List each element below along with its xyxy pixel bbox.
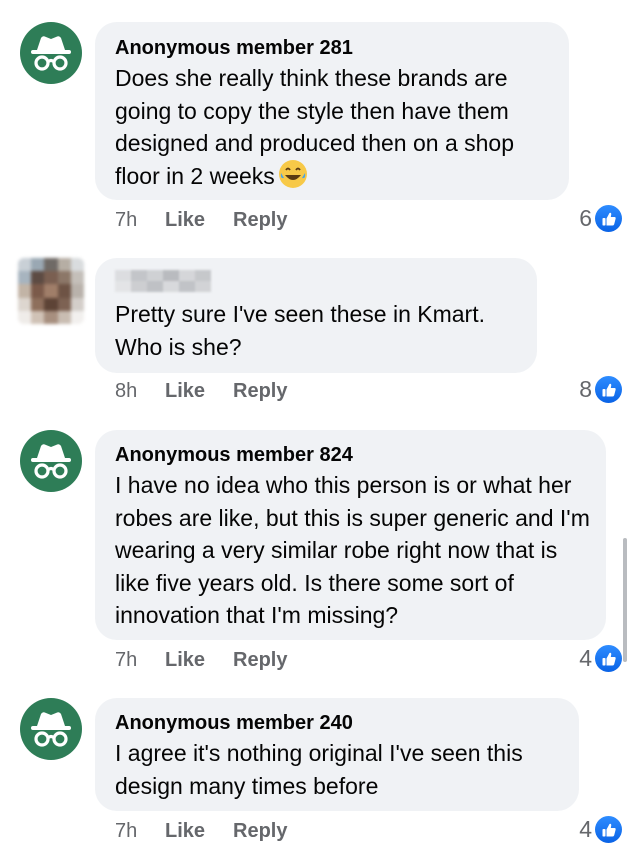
comment-author[interactable]: Anonymous member 240 [115, 711, 559, 735]
reply-button[interactable]: Reply [233, 820, 287, 843]
comment-text: I have no idea who this person is or wha… [115, 472, 590, 628]
like-button[interactable]: Like [165, 649, 233, 672]
like-button[interactable]: Like [165, 380, 233, 403]
thumbs-up-icon [595, 376, 622, 403]
comment-bubble: Anonymous member 824 I have no idea who … [95, 430, 606, 640]
comment-actions: 7h Like Reply [115, 820, 287, 843]
reply-button[interactable]: Reply [233, 380, 287, 403]
comment-bubble: Anonymous member 281 Does she really thi… [95, 22, 569, 200]
comment-timestamp[interactable]: 7h [115, 820, 165, 843]
reaction-summary[interactable]: 4 [579, 645, 622, 672]
reaction-count: 4 [579, 816, 592, 842]
thumbs-up-icon [595, 816, 622, 843]
comment-timestamp[interactable]: 8h [115, 380, 165, 403]
thumbs-up-icon [595, 645, 622, 672]
like-button[interactable]: Like [165, 820, 233, 843]
thumbs-up-icon [595, 205, 622, 232]
comment-actions: 7h Like Reply [115, 649, 287, 672]
redacted-author-name [115, 270, 517, 292]
reaction-summary[interactable]: 6 [579, 205, 622, 232]
reaction-count: 4 [579, 645, 592, 671]
avatar[interactable] [18, 258, 84, 324]
comment-actions: 7h Like Reply [115, 209, 287, 232]
reply-button[interactable]: Reply [233, 649, 287, 672]
comment-author[interactable]: Anonymous member 824 [115, 443, 586, 467]
comment-bubble: Anonymous member 240 I agree it's nothin… [95, 698, 579, 811]
incognito-icon [31, 36, 71, 71]
avatar[interactable] [20, 698, 82, 760]
scrollbar[interactable] [623, 538, 627, 662]
avatar[interactable] [20, 430, 82, 492]
comment-timestamp[interactable]: 7h [115, 649, 165, 672]
comment-author[interactable]: Anonymous member 281 [115, 36, 549, 60]
reaction-count: 8 [579, 376, 592, 402]
comment-timestamp[interactable]: 7h [115, 209, 165, 232]
comment-actions: 8h Like Reply [115, 380, 287, 403]
comment-text: I agree it's nothing original I've seen … [115, 740, 523, 799]
reaction-count: 6 [579, 205, 592, 231]
avatar[interactable] [20, 22, 82, 84]
comment-text: Does she really think these brands are g… [115, 65, 514, 189]
reaction-summary[interactable]: 8 [579, 376, 622, 403]
comment-bubble: Pretty sure I've seen these in Kmart. Wh… [95, 258, 537, 373]
reaction-summary[interactable]: 4 [579, 816, 622, 843]
incognito-icon [31, 444, 71, 479]
incognito-icon [31, 712, 71, 747]
like-button[interactable]: Like [165, 209, 233, 232]
reply-button[interactable]: Reply [233, 209, 287, 232]
comment-text: Pretty sure I've seen these in Kmart. Wh… [115, 301, 485, 360]
laughing-tears-emoji [278, 159, 307, 188]
